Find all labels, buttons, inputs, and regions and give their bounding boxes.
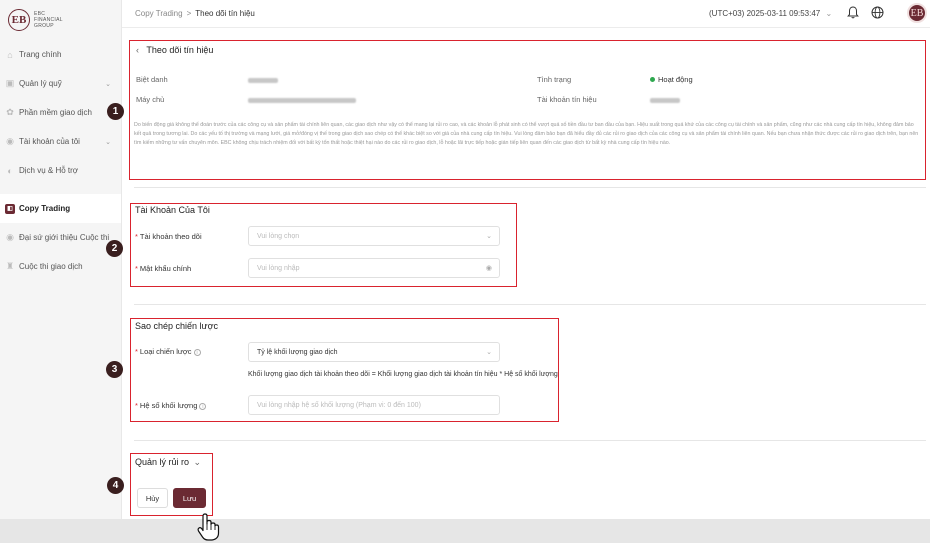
chevron-down-icon: ⌄ [193,457,202,467]
sidebar-item-label: Đại sứ giới thiệu Cuộc thi [19,233,110,242]
sidebar-nav: ⌂ Trang chính ▣ Quản lý quỹ ⌄ ✿ Phần mềm… [0,40,121,281]
annotation-badge-3: 3 [106,361,123,378]
volume-ratio-label: * Hệ số khối lượng i [135,401,207,410]
sidebar-item-label: Trang chính [19,50,62,59]
ambassador-icon: ◉ [6,232,14,242]
sidebar-item-copy-trading[interactable]: ◧ Copy Trading [0,194,121,223]
sidebar-item-label: Quản lý quỹ [19,79,62,88]
sidebar-item-label: Phần mềm giao dịch [19,108,92,117]
password-field[interactable]: Vui lòng nhập ◉ [248,258,500,278]
bell-icon[interactable] [847,6,859,19]
server-label: Máy chủ [136,95,165,104]
chevron-down-icon: ⌄ [825,9,833,18]
avatar[interactable]: EB [907,3,927,23]
support-icon: ◐ [7,165,13,176]
strategy-title: Sao chép chiến lược [135,321,218,331]
eye-icon[interactable]: ◉ [486,264,492,272]
sidebar-item-label: Tài khoản của tôi [19,137,80,146]
strategy-type-value: Tỷ lệ khối lượng giao dịch [257,348,338,356]
signal-account-value-masked [650,96,680,105]
divider [134,187,926,188]
strategy-type-select[interactable]: Tỷ lệ khối lượng giao dịch ⌄ [248,342,500,362]
divider [134,304,926,305]
follow-account-label: * Tài khoản theo dõi [135,232,202,241]
follow-account-placeholder: Vui lòng chọn [257,232,300,240]
hand-cursor-icon [195,512,221,543]
follow-account-select[interactable]: Vui lòng chọn ⌄ [248,226,500,246]
chevron-left-icon: ‹ [136,45,139,55]
volume-ratio-input[interactable]: Vui lòng nhập hệ số khối lượng (Phạm vi:… [248,395,500,415]
risk-disclaimer: Do biến động giá không thể đoán trước củ… [134,122,919,146]
home-icon: ⌂ [7,49,13,60]
sidebar-item-ambassador[interactable]: ◉ Đại sứ giới thiệu Cuộc thi [0,223,121,252]
timezone-text: (UTC+03) 2025-03-11 09:53:47 [709,9,821,18]
annotation-badge-4: 4 [107,477,124,494]
trophy-icon: ♜ [5,261,15,271]
sidebar-item-label: Copy Trading [19,204,71,213]
volume-ratio-placeholder: Vui lòng nhập hệ số khối lượng (Phạm vi:… [257,401,421,409]
status-value: Hoạt động [658,75,693,84]
nickname-label: Biệt danh [136,75,168,84]
status-label: Tình trạng [537,75,572,84]
user-icon: ◉ [6,136,14,146]
sidebar-item-funds[interactable]: ▣ Quản lý quỹ ⌄ [0,69,121,98]
annotation-box-1 [129,40,926,180]
my-account-title: Tài Khoản Của Tôi [135,205,210,215]
info-icon[interactable]: i [199,402,207,410]
annotation-badge-1: 1 [107,103,124,120]
globe-icon[interactable] [871,6,884,19]
sidebar-item-home[interactable]: ⌂ Trang chính [0,40,121,69]
top-icons [847,6,884,19]
password-placeholder: Vui lòng nhập [257,264,300,272]
save-button[interactable]: Lưu [173,488,206,508]
risk-management-title: Quản lý rủi ro [135,457,190,467]
sidebar-item-label: Cuộc thi giao dịch [19,262,83,271]
sidebar-item-contest[interactable]: ♜ Cuộc thi giao dịch [0,252,121,281]
breadcrumb-parent[interactable]: Copy Trading [135,9,183,18]
logo-text: EBC FINANCIAL GROUP [34,11,63,29]
divider [134,440,926,441]
page-title: Theo dõi tín hiệu [146,45,214,55]
volume-formula: Khối lượng giao dịch tài khoản theo dõi … [248,371,558,378]
copy-trading-icon: ◧ [5,203,15,214]
chevron-down-icon: ⌄ [486,233,492,240]
chevron-down-icon: ⌄ [486,349,492,356]
sidebar: EB EBC FINANCIAL GROUP ⌂ Trang chính ▣ Q… [0,0,122,519]
server-value-masked [248,96,356,105]
main-content: 1 ‹ Theo dõi tín hiệu Biệt danh Máy chủ … [106,29,930,519]
software-icon: ✿ [6,107,14,117]
breadcrumb-separator: > [186,9,192,18]
nickname-value-masked [248,76,278,85]
risk-management-toggle[interactable]: Quản lý rủi ro ⌄ [135,457,201,468]
status-dot-icon [650,77,655,82]
logo-mark-icon: EB [8,9,30,31]
status-badge: Hoạt động [650,75,693,84]
info-icon[interactable]: i [193,348,201,356]
bottom-bar [0,519,930,543]
back-link[interactable]: ‹ Theo dõi tín hiệu [136,45,213,55]
signal-account-label: Tài khoản tín hiệu [537,95,597,104]
breadcrumb-current: Theo dõi tín hiệu [195,9,255,18]
cancel-button[interactable]: Hủy [137,488,168,508]
breadcrumb: Copy Trading > Theo dõi tín hiệu [135,9,255,18]
sidebar-item-my-account[interactable]: ◉ Tài khoản của tôi ⌄ [0,127,121,156]
brand-logo[interactable]: EB EBC FINANCIAL GROUP [8,9,70,31]
strategy-type-label: * Loại chiến lược i [135,347,201,356]
chevron-down-icon: ⌄ [105,80,111,88]
timezone-selector[interactable]: (UTC+03) 2025-03-11 09:53:47 ⌄ [709,9,832,18]
sidebar-item-support[interactable]: ◐ Dịch vụ & Hỗ trợ [0,156,121,185]
sidebar-item-label: Dịch vụ & Hỗ trợ [19,166,79,175]
chevron-down-icon: ⌄ [105,138,111,146]
top-bar: Copy Trading > Theo dõi tín hiệu (UTC+03… [122,0,930,28]
annotation-badge-2: 2 [106,240,123,257]
password-label: * Mật khẩu chính [135,264,192,273]
wallet-icon: ▣ [5,78,15,88]
sidebar-item-software[interactable]: ✿ Phần mềm giao dịch [0,98,121,127]
